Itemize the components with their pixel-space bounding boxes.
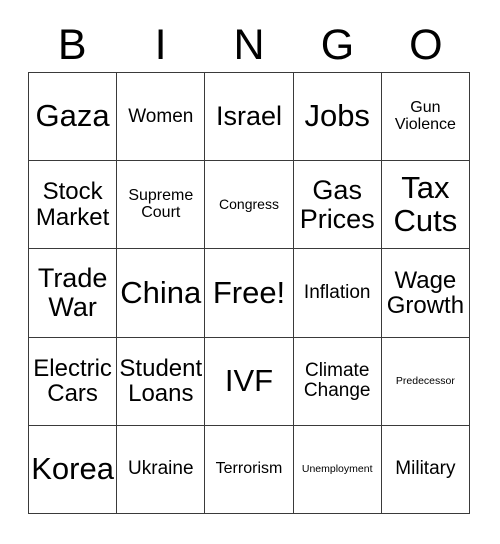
bingo-cell[interactable]: Supreme Court: [117, 161, 206, 250]
bingo-cell[interactable]: Israel: [205, 73, 294, 162]
bingo-grid: Gaza Women Israel Jobs Gun Violence Stock Mar…: [28, 72, 470, 514]
bingo-cell[interactable]: Stock Market: [29, 161, 118, 250]
bingo-cell-label: China: [120, 274, 202, 310]
bingo-cell-label: Israel: [215, 101, 282, 132]
bingo-cell[interactable]: Korea: [29, 425, 118, 514]
bingo-cell[interactable]: Trade War: [29, 249, 118, 338]
bingo-cell-label: Wage Growth: [386, 266, 465, 319]
bingo-cell-label: IVF: [224, 362, 274, 398]
bingo-card: B I N G O Gaza Women Israel Jobs Gun Violenc…: [0, 0, 500, 544]
bingo-cell[interactable]: IVF: [205, 337, 294, 426]
bingo-cell-label: Women: [128, 105, 194, 127]
bingo-cell-label: Climate Change: [303, 360, 371, 402]
bingo-cell-label: Stock Market: [35, 178, 110, 231]
bingo-cell[interactable]: Gas Prices: [293, 161, 382, 250]
bingo-cell[interactable]: Unemployment: [293, 425, 382, 514]
bingo-cell-label: Predecessor: [395, 374, 455, 387]
header-letter-g: G: [293, 18, 381, 72]
header-letter-label: O: [409, 20, 443, 69]
bingo-cell[interactable]: Ukraine: [117, 425, 206, 514]
header-letter-o: O: [382, 18, 470, 72]
bingo-cell-label: Jobs: [304, 98, 370, 134]
bingo-cell[interactable]: Electric Cars: [29, 337, 118, 426]
bingo-cell[interactable]: Jobs: [293, 73, 382, 162]
bingo-cell-label: Supreme Court: [128, 186, 194, 221]
bingo-cell-label: Terrorism: [215, 459, 283, 477]
bingo-cell-label: Tax Cuts: [393, 169, 458, 238]
bingo-cell-label: Gas Prices: [299, 175, 375, 234]
header-letter-i: I: [116, 18, 204, 72]
header-letter-label: N: [233, 20, 265, 69]
bingo-cell-label: Inflation: [303, 281, 371, 303]
bingo-cell-label: Unemployment: [301, 462, 373, 475]
bingo-cell[interactable]: China: [117, 249, 206, 338]
header-letter-b: B: [28, 18, 116, 72]
bingo-cell-free-space[interactable]: Free!: [205, 249, 294, 338]
bingo-cell-label: Trade War: [37, 263, 108, 322]
header-letter-label: B: [57, 20, 87, 69]
bingo-cell-label: Free!: [212, 274, 286, 310]
bingo-cell[interactable]: Military: [381, 425, 470, 514]
bingo-cell[interactable]: Congress: [205, 161, 294, 250]
bingo-cell[interactable]: Inflation: [293, 249, 382, 338]
bingo-cell[interactable]: Gaza: [29, 73, 118, 162]
header-letter-n: N: [205, 18, 293, 72]
bingo-cell[interactable]: Gun Violence: [381, 73, 470, 162]
bingo-cell-label: Korea: [31, 450, 114, 486]
bingo-cell[interactable]: Terrorism: [205, 425, 294, 514]
bingo-cell-label: Gun Violence: [394, 98, 456, 133]
header-letter-label: G: [320, 20, 355, 69]
bingo-cell-label: Military: [395, 458, 456, 480]
bingo-cell-label: Student Loans: [119, 354, 203, 408]
bingo-cell[interactable]: Wage Growth: [381, 249, 470, 338]
bingo-cell[interactable]: Women: [117, 73, 206, 162]
bingo-cell[interactable]: Student Loans: [117, 337, 206, 426]
bingo-cell[interactable]: Predecessor: [381, 337, 470, 426]
bingo-header-row: B I N G O: [28, 18, 470, 72]
bingo-cell-label: Electric Cars: [33, 354, 112, 408]
bingo-cell-label: Ukraine: [128, 458, 194, 480]
bingo-cell[interactable]: Tax Cuts: [381, 161, 470, 250]
header-letter-label: I: [154, 20, 167, 69]
bingo-cell[interactable]: Climate Change: [293, 337, 382, 426]
bingo-cell-label: Congress: [219, 196, 279, 213]
bingo-cell-label: Gaza: [35, 98, 110, 134]
